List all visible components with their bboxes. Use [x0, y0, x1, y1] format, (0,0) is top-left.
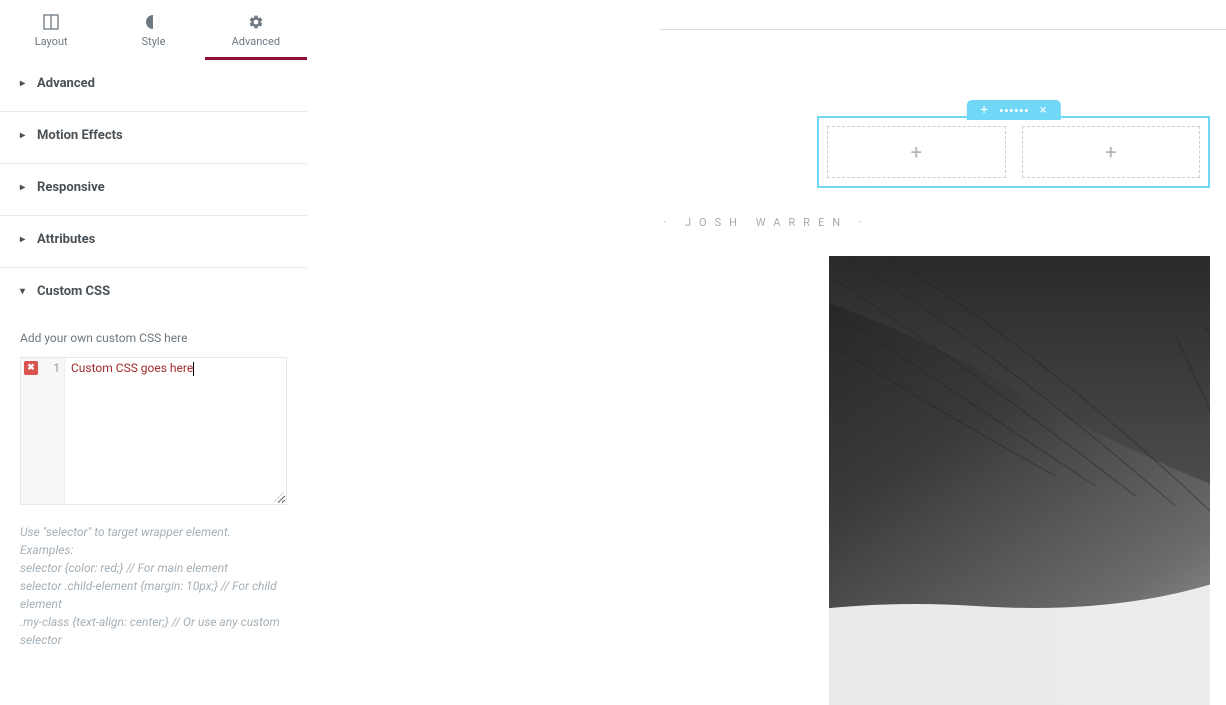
section-title: Responsive — [37, 180, 105, 195]
selected-section[interactable]: + × + + — [817, 116, 1210, 188]
style-icon — [144, 13, 162, 31]
section-title: Attributes — [37, 232, 95, 247]
caret-right-icon: ▸ — [20, 130, 25, 141]
layout-icon — [42, 13, 60, 31]
gear-icon — [247, 13, 265, 31]
section-columns: + + — [827, 126, 1200, 178]
hint-line: Examples: — [20, 541, 287, 559]
section-title: Advanced — [37, 76, 95, 91]
resize-grip-icon[interactable] — [274, 492, 284, 502]
customcss-label: Add your own custom CSS here — [20, 331, 287, 345]
add-widget-column-2[interactable]: + — [1022, 126, 1201, 178]
panel-tabs: Layout Style Advanced — [0, 0, 307, 60]
section-attributes-header[interactable]: ▸ Attributes — [0, 216, 307, 263]
tab-layout[interactable]: Layout — [0, 0, 102, 60]
hint-line: .my-class {text-align: center;} // Or us… — [20, 613, 287, 649]
section-title: Custom CSS — [37, 284, 110, 299]
author-name: · Josh Warren · — [663, 216, 869, 229]
hint-line: selector .child-element {margin: 10px;} … — [20, 577, 287, 613]
section-motion-header[interactable]: ▸ Motion Effects — [0, 112, 307, 159]
hero-image — [829, 256, 1210, 705]
editor-gutter: ✖ 1 — [21, 358, 65, 504]
tab-style[interactable]: Style — [102, 0, 204, 60]
customcss-editor[interactable]: ✖ 1 Custom CSS goes here — [20, 357, 287, 505]
section-toolbar: + × — [966, 100, 1060, 120]
customcss-hints: Use "selector" to target wrapper element… — [20, 523, 287, 649]
section-advanced-header[interactable]: ▸ Advanced — [0, 60, 307, 107]
preview-canvas[interactable]: + × + + · Josh Warren · — [307, 0, 1226, 705]
section-title: Motion Effects — [37, 128, 123, 143]
tab-label: Advanced — [232, 35, 280, 48]
plus-icon: + — [911, 140, 922, 164]
section-responsive-header[interactable]: ▸ Responsive — [0, 164, 307, 211]
section-responsive: ▸ Responsive — [0, 164, 307, 216]
line-number: 1 — [53, 361, 60, 375]
tab-advanced[interactable]: Advanced — [205, 0, 307, 60]
add-section-button[interactable]: + — [980, 103, 987, 118]
hint-line: selector {color: red;} // For main eleme… — [20, 559, 287, 577]
text-cursor — [193, 362, 194, 376]
plus-icon: + — [1105, 140, 1116, 164]
add-widget-column-1[interactable]: + — [827, 126, 1006, 178]
caret-down-icon: ▾ — [20, 286, 25, 297]
section-motion: ▸ Motion Effects — [0, 112, 307, 164]
caret-right-icon: ▸ — [20, 182, 25, 193]
divider — [660, 29, 1226, 30]
editor-sidebar: Layout Style Advanced ▸ Advanced ▸ Motio… — [0, 0, 307, 705]
error-icon: ✖ — [24, 361, 38, 375]
section-attributes: ▸ Attributes — [0, 216, 307, 268]
delete-section-button[interactable]: × — [1040, 103, 1047, 118]
section-advanced: ▸ Advanced — [0, 60, 307, 112]
hint-line: Use "selector" to target wrapper element… — [20, 523, 287, 541]
drag-handle-icon[interactable] — [1000, 109, 1028, 112]
tab-label: Layout — [35, 35, 68, 48]
section-customcss-header[interactable]: ▾ Custom CSS — [0, 268, 307, 315]
caret-right-icon: ▸ — [20, 234, 25, 245]
tab-label: Style — [142, 35, 166, 48]
code-text: Custom CSS goes here — [71, 361, 193, 375]
section-customcss: ▾ Custom CSS Add your own custom CSS her… — [0, 268, 307, 705]
code-area[interactable]: Custom CSS goes here — [65, 358, 286, 504]
caret-right-icon: ▸ — [20, 78, 25, 89]
customcss-body: Add your own custom CSS here ✖ 1 Custom … — [0, 331, 307, 669]
